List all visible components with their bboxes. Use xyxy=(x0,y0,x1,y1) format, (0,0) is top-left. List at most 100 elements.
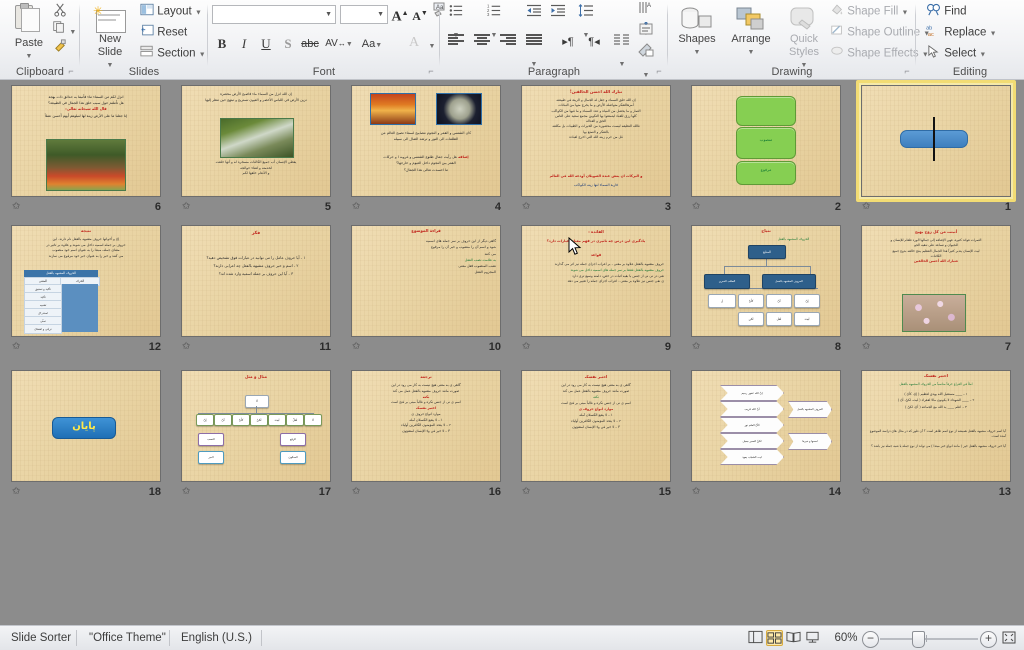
zoom-in-button[interactable]: + xyxy=(980,631,997,648)
slide-thumbnail-12[interactable]: نتیجه إنّ و أخواتها حروف مشبهه بالفعل نا… xyxy=(11,225,171,357)
slide-thumbnail-10[interactable]: قراءة الموضوع گاهی دیگر از این حروف بر س… xyxy=(351,225,511,357)
slide-thumbnail-16[interactable]: ترجمه گاهی ی به معنی هیچ نیست به کار می … xyxy=(351,370,511,502)
slide-6-canvas[interactable]: انزل لكم من السماء ماء فأنبتنا به حدائق … xyxy=(11,85,161,197)
numbering-icon[interactable]: 123 ▼ xyxy=(484,3,504,39)
slide-3-canvas[interactable]: تبارك الله احسن الخالقين! إن الله خلق ال… xyxy=(521,85,671,197)
grow-font-icon[interactable]: A▲ xyxy=(390,3,410,25)
font-name-combo[interactable]: ▼ xyxy=(212,5,336,24)
paste-button[interactable]: Paste ▼ xyxy=(6,3,52,63)
justify-icon[interactable]: ▼ xyxy=(524,32,544,68)
slide-thumbnail-15[interactable]: اختبر نفسک گاهی ی به معنی هیچ نیست به کا… xyxy=(521,370,681,502)
change-case-button[interactable]: Aa▼ xyxy=(358,34,386,54)
slide-thumbnail-2[interactable]: منصوب مرفوع ✩ 2 xyxy=(691,85,851,217)
slide17-leaf-2: الجر xyxy=(198,451,224,464)
slide-sorter-view-button[interactable] xyxy=(766,630,783,646)
increase-indent-icon[interactable] xyxy=(548,3,568,23)
paste-dropdown-caret[interactable]: ▼ xyxy=(26,53,33,60)
slide-sorter-pane[interactable]: انزل لكم من السماء ماء فأنبتنا به حدائق … xyxy=(0,80,1024,625)
arrange-button[interactable]: Arrange ▼ xyxy=(724,6,778,59)
line-spacing-icon[interactable]: ▼ xyxy=(576,3,596,39)
convert-to-smartart-icon[interactable]: ▼ xyxy=(636,43,656,79)
shapes-button[interactable]: Shapes ▼ xyxy=(672,6,722,59)
slide-show-view-button[interactable] xyxy=(805,630,822,646)
zoom-slider-thumb[interactable] xyxy=(912,631,925,648)
cut-icon[interactable] xyxy=(50,2,70,22)
find-button[interactable]: Find xyxy=(926,3,967,20)
left-to-right-icon[interactable]: ▸¶ xyxy=(558,32,578,52)
slide-thumbnail-11[interactable]: فکر ۱ - آیا حروف عامل را می توانید در عب… xyxy=(181,225,341,357)
bold-button[interactable]: B xyxy=(212,34,232,54)
drawing-dialog-launcher[interactable]: ⌐ xyxy=(902,66,912,76)
shape-effects-button[interactable]: Shape Effects ▼ xyxy=(830,45,929,63)
font-dialog-launcher[interactable]: ⌐ xyxy=(426,66,436,76)
format-painter-icon[interactable] xyxy=(50,38,70,58)
normal-view-button[interactable] xyxy=(748,630,765,646)
slide-thumbnail-13[interactable]: اختبر نفسک املأ في الفراغ حرفاً مناسباً … xyxy=(861,370,1021,502)
slide-thumbnail-1[interactable]: ✩ 1 xyxy=(856,80,1021,217)
slide-17-canvas[interactable]: مثال و مثل لا إنّ أنّ كأنّ لكنّ ليت لعلّ… xyxy=(181,370,331,482)
section-button[interactable]: Section ▼ xyxy=(140,45,206,63)
slide-thumbnail-5[interactable]: إن الله انزل من السماء ماء فاصبح الأرض م… xyxy=(181,85,341,217)
align-center-icon[interactable] xyxy=(472,32,492,52)
align-text-icon[interactable]: ▼ xyxy=(636,21,656,58)
slide-thumbnail-7[interactable]: أنبتت من كل زوج بهيج الثمرات فوائد كثيره… xyxy=(861,225,1021,357)
copy-icon[interactable]: ▼ xyxy=(50,20,78,40)
layout-button[interactable]: Layout ▼ xyxy=(140,3,202,21)
slide-1-canvas[interactable] xyxy=(861,85,1011,197)
bullets-icon[interactable]: ▼ xyxy=(446,3,466,39)
slide-10-canvas[interactable]: قراءة الموضوع گاهی دیگر از این حروف بر س… xyxy=(351,225,501,337)
align-left-icon[interactable] xyxy=(446,32,466,52)
slide-thumbnail-9[interactable]: الفائدة : يادگیری این درس چه تاثیری در ف… xyxy=(521,225,681,357)
group-label-drawing: Drawing xyxy=(771,66,813,78)
slide-thumbnail-17[interactable]: مثال و مثل لا إنّ أنّ كأنّ لكنّ ليت لعلّ… xyxy=(181,370,341,502)
align-right-icon[interactable] xyxy=(498,32,518,52)
slide-14-canvas[interactable]: إنّ الله غفور رحيم أنّ الله قريب كأنّ ال… xyxy=(691,370,841,482)
slide-thumbnail-8[interactable]: نتياج الحروف المشبهه بالفعل المنابع الحر… xyxy=(691,225,851,357)
status-theme-name[interactable]: "Office Theme" xyxy=(80,626,175,650)
group-label-paragraph: Paragraph xyxy=(527,66,581,78)
slide-9-canvas[interactable]: الفائدة : يادگیری این درس چه تاثیری در ف… xyxy=(521,225,671,337)
slide-18-canvas[interactable]: پایان xyxy=(11,370,161,482)
paragraph-dialog-launcher[interactable]: ⌐ xyxy=(654,66,664,76)
slide-thumbnail-6[interactable]: انزل لكم من السماء ماء فأنبتنا به حدائق … xyxy=(11,85,171,217)
slide-16-canvas[interactable]: ترجمه گاهی ی به معنی هیچ نیست به کار می … xyxy=(351,370,501,482)
quick-styles-button[interactable]: Quick Styles ▼ xyxy=(780,6,828,72)
shrink-font-icon[interactable]: A▼ xyxy=(410,3,430,23)
slide-thumbnail-18[interactable]: پایان ✩ 18 xyxy=(11,370,171,502)
slide-13-canvas[interactable]: اختبر نفسک املأ في الفراغ حرفاً مناسباً … xyxy=(861,370,1011,482)
zoom-slider-track[interactable] xyxy=(880,638,978,640)
replace-button[interactable]: ab ac Replace ▼ xyxy=(926,24,996,42)
right-to-left-icon[interactable]: ¶◂ xyxy=(584,32,604,52)
reset-button[interactable]: Reset xyxy=(140,24,187,41)
slide-thumbnail-4[interactable]: كان الشمس و القمر و النجوم مصابيح لسماء … xyxy=(351,85,511,217)
clipboard-dialog-launcher[interactable]: ⌐ xyxy=(66,66,76,76)
slide-4-canvas[interactable]: كان الشمس و القمر و النجوم مصابيح لسماء … xyxy=(351,85,501,197)
zoom-out-button[interactable]: − xyxy=(862,631,879,648)
shape-fill-button[interactable]: Shape Fill ▼ xyxy=(830,3,908,21)
columns-icon[interactable]: ▼ xyxy=(612,32,632,68)
underline-button[interactable]: U xyxy=(256,34,276,54)
slide-12-canvas[interactable]: نتیجه إنّ و أخواتها حروف مشبهه بالفعل نا… xyxy=(11,225,161,337)
slide-thumbnail-14[interactable]: إنّ الله غفور رحيم أنّ الله قريب كأنّ ال… xyxy=(691,370,851,502)
character-spacing-button[interactable]: AV↔▼ xyxy=(324,34,354,54)
strikethrough-button[interactable]: abc xyxy=(300,34,320,54)
slide-2-canvas[interactable]: منصوب مرفوع xyxy=(691,85,841,197)
slide-5-canvas[interactable]: إن الله انزل من السماء ماء فاصبح الأرض م… xyxy=(181,85,331,197)
slide-thumbnail-3[interactable]: تبارك الله احسن الخالقين! إن الله خلق ال… xyxy=(521,85,681,217)
slide-15-canvas[interactable]: اختبر نفسک گاهی ی به معنی هیچ نیست به کا… xyxy=(521,370,671,482)
text-shadow-button[interactable]: S xyxy=(278,34,298,54)
status-language[interactable]: English (U.S.) xyxy=(172,626,261,650)
slide14-chevron-0: إنّ الله غفور رحيم xyxy=(720,385,784,401)
new-slide-button[interactable]: ✳ New Slide ▼ xyxy=(86,5,134,72)
font-size-combo[interactable]: ▼ xyxy=(340,5,388,24)
fit-slide-to-window-button[interactable] xyxy=(1001,630,1017,646)
slide-11-canvas[interactable]: فکر ۱ - آیا حروف عامل را می توانید در عب… xyxy=(181,225,331,337)
decrease-indent-icon[interactable] xyxy=(524,3,544,23)
italic-button[interactable]: I xyxy=(234,34,254,54)
reading-view-button[interactable] xyxy=(786,630,803,646)
slide-7-canvas[interactable]: أنبتت من كل زوج بهيج الثمرات فوائد كثيره… xyxy=(861,225,1011,337)
text-direction-icon[interactable]: A ▼ xyxy=(636,1,656,37)
font-color-button[interactable]: A xyxy=(404,33,424,53)
select-button[interactable]: Select ▼ xyxy=(926,45,986,63)
slide-8-canvas[interactable]: نتياج الحروف المشبهه بالفعل المنابع الحر… xyxy=(691,225,841,337)
